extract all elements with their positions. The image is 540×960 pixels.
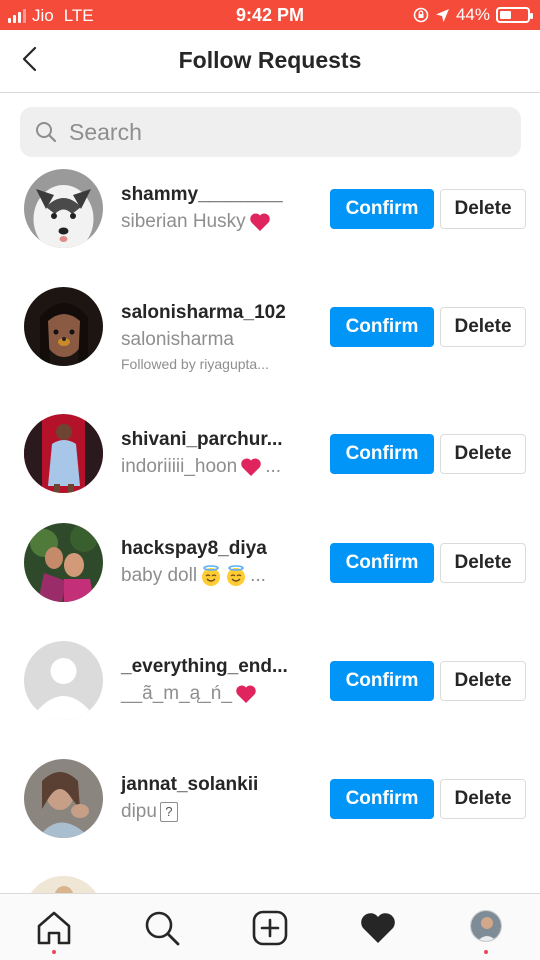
followed-by-note: Followed by riyagupta... bbox=[121, 356, 269, 372]
search-icon bbox=[36, 122, 57, 143]
confirm-button[interactable]: Confirm bbox=[330, 543, 434, 583]
delete-button[interactable]: Delete bbox=[440, 434, 526, 474]
avatar[interactable] bbox=[24, 414, 103, 493]
full-name: salonisharma bbox=[121, 329, 234, 350]
activity-heart-icon[interactable] bbox=[358, 908, 398, 948]
full-name-text: __ã_m_ą_ń_ bbox=[121, 683, 232, 704]
avatar[interactable] bbox=[24, 523, 103, 602]
request-info[interactable]: salonisharma_102 salonisharma Followed b… bbox=[121, 302, 321, 372]
halo-face-emoji-icon bbox=[227, 565, 246, 586]
halo-face-emoji-icon bbox=[202, 565, 221, 586]
delete-button[interactable]: Delete bbox=[440, 307, 526, 347]
avatar[interactable] bbox=[24, 169, 103, 248]
username[interactable]: jannat_solankii bbox=[121, 774, 321, 796]
home-notification-dot bbox=[52, 950, 56, 954]
request-row: salonisharma_102 salonisharma Followed b… bbox=[0, 282, 540, 372]
username[interactable]: shivani_parchur... bbox=[121, 429, 321, 451]
rotation-lock-icon bbox=[413, 7, 429, 23]
username[interactable]: hackspay8_diya bbox=[121, 538, 321, 560]
full-name: siberian Husky bbox=[121, 211, 321, 233]
request-info[interactable]: hackspay8_diya baby doll ... bbox=[121, 538, 321, 587]
search-icon[interactable] bbox=[142, 908, 182, 948]
delete-button[interactable]: Delete bbox=[440, 543, 526, 583]
request-row: shammy________ siberian Husky Confirm De… bbox=[0, 164, 540, 254]
delete-button[interactable]: Delete bbox=[440, 779, 526, 819]
avatar[interactable] bbox=[24, 759, 103, 838]
red-heart-emoji-icon bbox=[241, 458, 261, 476]
status-bar: Jio LTE 9:42 PM 44% bbox=[0, 0, 540, 30]
red-heart-emoji-icon bbox=[249, 213, 270, 231]
request-info[interactable]: shammy________ siberian Husky bbox=[121, 184, 321, 233]
bottom-tab-bar bbox=[0, 893, 540, 960]
confirm-button[interactable]: Confirm bbox=[330, 434, 434, 474]
request-row: _everything_end... __ã_m_ą_ń_ Confirm De… bbox=[0, 636, 540, 726]
unknown-glyph-icon: ? bbox=[159, 802, 178, 822]
location-arrow-icon bbox=[435, 8, 449, 22]
full-name: __ã_m_ą_ń_ bbox=[121, 683, 321, 705]
truncation-ellipsis: ... bbox=[265, 456, 282, 477]
delete-button[interactable]: Delete bbox=[440, 661, 526, 701]
full-name-text: baby doll bbox=[121, 565, 198, 586]
status-right: 44% bbox=[413, 5, 533, 25]
request-info[interactable]: jannat_solankii dipu ? bbox=[121, 774, 321, 823]
truncation-ellipsis: ... bbox=[250, 565, 266, 586]
request-row: shivani_parchur... indoriiiii_hoon ... C… bbox=[0, 409, 540, 499]
request-row: jannat_solankii dipu ? Confirm Delete bbox=[0, 754, 540, 844]
confirm-button[interactable]: Confirm bbox=[330, 661, 434, 701]
new-post-icon[interactable] bbox=[250, 908, 290, 948]
confirm-button[interactable]: Confirm bbox=[330, 189, 434, 229]
battery-percent: 44% bbox=[455, 5, 490, 24]
request-row: hackspay8_diya baby doll ... Confirm Del… bbox=[0, 518, 540, 608]
home-icon[interactable] bbox=[34, 908, 74, 948]
delete-button[interactable]: Delete bbox=[440, 189, 526, 229]
full-name: dipu ? bbox=[121, 801, 321, 823]
page-title: Follow Requests bbox=[178, 47, 362, 73]
request-info[interactable]: _everything_end... __ã_m_ą_ń_ bbox=[121, 656, 321, 705]
navigation-header: Follow Requests bbox=[0, 30, 540, 93]
full-name: indoriiiii_hoon ... bbox=[121, 456, 321, 478]
battery-icon bbox=[496, 7, 533, 23]
username[interactable]: salonisharma_102 bbox=[121, 302, 321, 324]
avatar-placeholder[interactable] bbox=[24, 641, 103, 720]
username[interactable]: shammy________ bbox=[121, 184, 321, 206]
red-heart-emoji-icon bbox=[236, 685, 256, 703]
full-name-text: dipu bbox=[121, 801, 157, 822]
username[interactable]: _everything_end... bbox=[121, 656, 321, 678]
full-name: baby doll ... bbox=[121, 565, 321, 587]
full-name-text: indoriiiii_hoon bbox=[121, 456, 238, 477]
confirm-button[interactable]: Confirm bbox=[330, 779, 434, 819]
search-placeholder: Search bbox=[69, 119, 142, 145]
profile-avatar[interactable] bbox=[470, 910, 502, 942]
avatar[interactable] bbox=[24, 287, 103, 366]
profile-notification-dot bbox=[484, 950, 488, 954]
search-input[interactable]: Search bbox=[20, 107, 521, 157]
full-name-text: siberian Husky bbox=[121, 211, 246, 232]
request-info[interactable]: shivani_parchur... indoriiiii_hoon ... bbox=[121, 429, 321, 478]
confirm-button[interactable]: Confirm bbox=[330, 307, 434, 347]
